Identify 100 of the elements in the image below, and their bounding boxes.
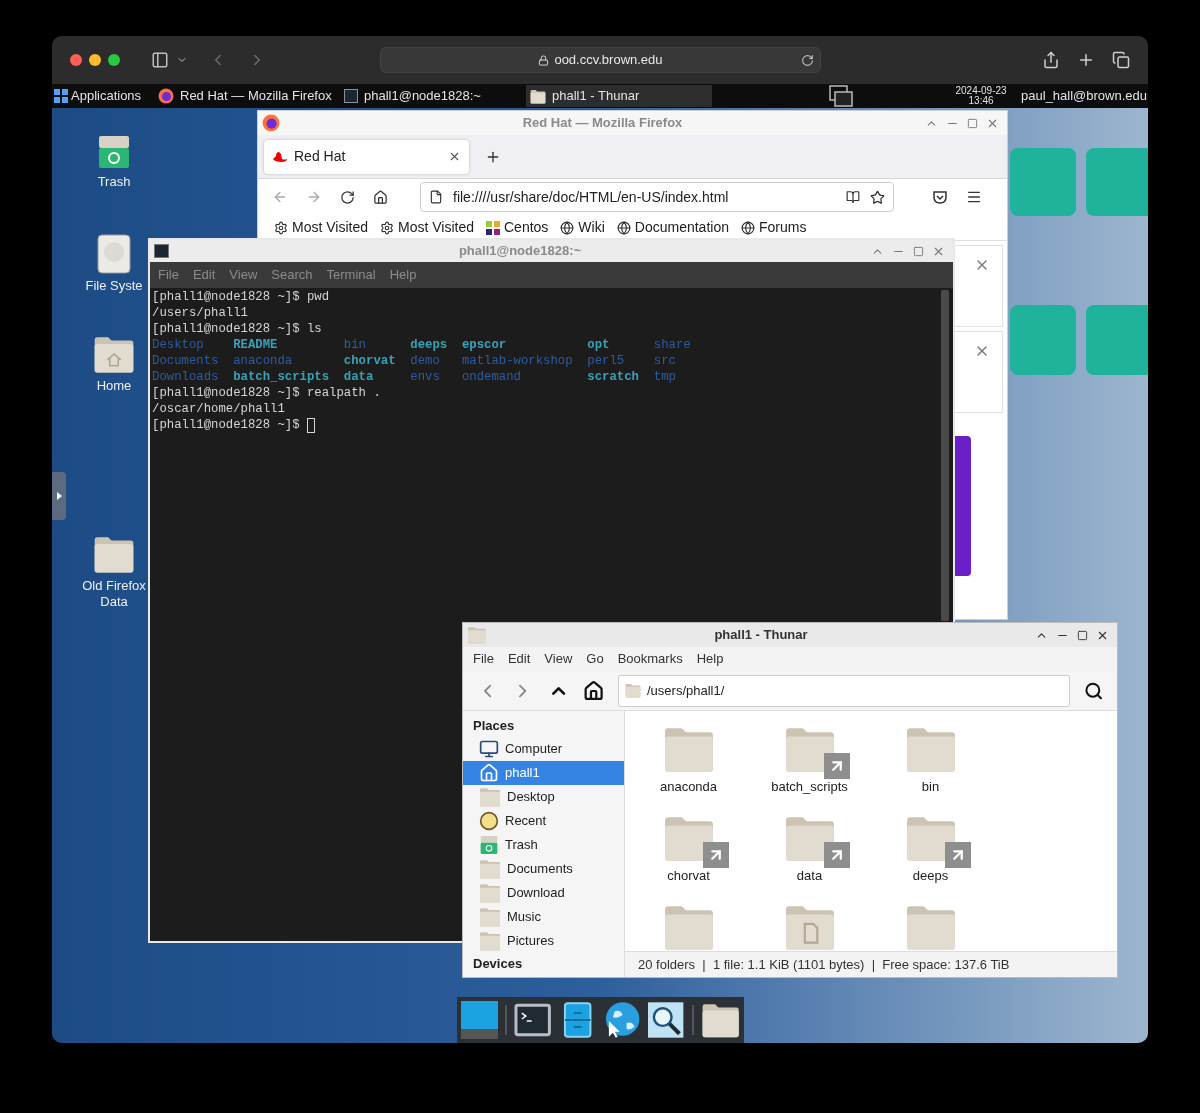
listing-entry: bin bbox=[343, 337, 366, 353]
sidebar-item[interactable]: Computer bbox=[463, 737, 624, 761]
file-name[interactable]: batch_scripts bbox=[771, 777, 848, 797]
maximize-icon[interactable] bbox=[1077, 629, 1088, 641]
browser-tab[interactable]: Red Hat bbox=[264, 139, 469, 174]
search-icon[interactable] bbox=[647, 1001, 685, 1039]
sidebar-item[interactable]: Trash bbox=[463, 833, 624, 857]
sidebar-icon[interactable] bbox=[151, 51, 169, 69]
home-icon[interactable] bbox=[582, 679, 604, 702]
menu-item[interactable]: Edit bbox=[507, 649, 531, 669]
reader-view-icon[interactable] bbox=[846, 190, 860, 204]
terminal-line: /oscar/home/phall1 bbox=[152, 402, 285, 416]
listing-entry: Downloads bbox=[152, 369, 219, 385]
folder-icon bbox=[625, 683, 641, 698]
clock-icon bbox=[479, 811, 499, 831]
bookmark-item[interactable]: Wiki bbox=[560, 217, 605, 238]
menu-item[interactable]: Bookmarks bbox=[617, 649, 683, 669]
folder-icon bbox=[479, 931, 501, 951]
menu-icon[interactable] bbox=[966, 189, 982, 205]
tabs-overview-icon[interactable] bbox=[1112, 51, 1130, 69]
desktop-icon-label[interactable]: Trash bbox=[78, 174, 150, 190]
maximize-icon[interactable] bbox=[967, 117, 978, 129]
listing-entry: deeps bbox=[410, 337, 448, 353]
folder-icon bbox=[479, 787, 501, 807]
reload-icon[interactable] bbox=[340, 189, 355, 205]
workspace-icon[interactable] bbox=[829, 85, 854, 107]
status-text: 20 folders | 1 file: 1.1 KiB (1101 bytes) | Free space: 137.6 TiB bbox=[638, 955, 1010, 974]
desktop-icon-label[interactable]: File Syste bbox=[78, 278, 150, 294]
terminal-icon bbox=[344, 89, 358, 103]
reload-icon[interactable] bbox=[801, 53, 814, 67]
shield-icon[interactable] bbox=[932, 189, 948, 205]
folder-icon bbox=[467, 626, 487, 644]
taskbar-button[interactable]: phall1@node1828:~ bbox=[340, 85, 526, 107]
minimize-window-button[interactable] bbox=[89, 54, 101, 66]
lock-icon bbox=[538, 54, 550, 66]
pinwheel-icon bbox=[486, 220, 500, 235]
close-window-button[interactable] bbox=[70, 54, 82, 66]
home-icon[interactable] bbox=[373, 189, 388, 205]
taskbar-button[interactable]: phall1 - Thunar bbox=[526, 85, 712, 107]
search-icon[interactable] bbox=[1083, 680, 1103, 701]
listing-entry: epscor bbox=[461, 337, 507, 353]
applications-menu[interactable]: Applications bbox=[52, 86, 154, 106]
bookmark-item[interactable]: Forums bbox=[740, 217, 807, 238]
hat-icon bbox=[272, 150, 288, 163]
terminal-line: [phall1@node1828 ~]$ bbox=[152, 417, 301, 433]
url-field[interactable]: file:////usr/share/doc/HTML/en-US/index.html bbox=[420, 182, 894, 212]
sidebar-item[interactable]: Music bbox=[463, 905, 624, 929]
listing-entry: opt bbox=[587, 337, 610, 353]
folder-icon[interactable] bbox=[700, 1001, 740, 1039]
bookmark-item[interactable]: Most Visited bbox=[380, 217, 474, 238]
menu-item[interactable]: Go bbox=[586, 649, 604, 669]
bookmark-item[interactable]: Documentation bbox=[616, 217, 729, 238]
file-name[interactable]: chorvat bbox=[667, 866, 710, 886]
listing-entry: ondemand bbox=[461, 369, 521, 385]
address-field[interactable]: ood.ccv.brown.edu bbox=[380, 47, 821, 73]
listing-entry: batch_scripts bbox=[233, 369, 330, 385]
bookmark-item[interactable]: Centos bbox=[486, 217, 549, 238]
path-field[interactable]: /users/phall1/ bbox=[618, 674, 1070, 707]
taskbar-button[interactable]: Red Hat — Mozilla Firefox bbox=[154, 85, 340, 107]
menu-item[interactable]: Help bbox=[696, 649, 724, 669]
menu-item[interactable]: View bbox=[544, 649, 573, 669]
star-icon[interactable] bbox=[870, 189, 885, 205]
close-tab-icon[interactable] bbox=[448, 150, 461, 163]
menu-item[interactable]: File bbox=[473, 649, 494, 669]
folder-icon bbox=[479, 883, 501, 903]
file-name[interactable]: bin bbox=[921, 777, 940, 797]
desktop-icon-label[interactable]: Home bbox=[78, 378, 150, 394]
panel-handle[interactable] bbox=[52, 472, 66, 520]
bookmark-item[interactable]: Most Visited bbox=[274, 217, 368, 238]
window-title: phall1 - Thunar bbox=[713, 626, 809, 645]
file-name[interactable]: anaconda bbox=[659, 777, 718, 797]
listing-entry: Desktop bbox=[152, 337, 204, 353]
tile-shape bbox=[1010, 305, 1076, 375]
user-name[interactable]: paul_hall@brown.edu bbox=[1021, 86, 1148, 106]
listing-entry: chorvat bbox=[343, 353, 396, 369]
file-name[interactable]: data bbox=[796, 866, 823, 886]
globe-pointer-icon[interactable] bbox=[603, 1001, 641, 1039]
listing-entry: data bbox=[343, 369, 374, 385]
folder-icon bbox=[530, 88, 546, 104]
clock[interactable]: 2024-09-23 13:46 bbox=[951, 86, 1012, 106]
sidebar-item[interactable]: Pictures bbox=[463, 929, 624, 953]
maximize-icon[interactable] bbox=[913, 245, 924, 257]
new-tab-icon[interactable] bbox=[1077, 51, 1095, 69]
listing-entry: demo bbox=[410, 353, 440, 369]
zoom-window-button[interactable] bbox=[108, 54, 120, 66]
scrollbar-thumb[interactable] bbox=[941, 290, 949, 621]
sidebar-item[interactable]: Documents bbox=[463, 857, 624, 881]
file-name[interactable]: deeps bbox=[912, 866, 949, 886]
show-desktop-icon[interactable] bbox=[461, 1001, 499, 1039]
window-title: Red Hat — Mozilla Firefox bbox=[521, 114, 684, 133]
page-icon bbox=[429, 190, 443, 204]
sidebar-item[interactable]: phall1 bbox=[463, 761, 624, 785]
sidebar-item[interactable]: Download bbox=[463, 881, 624, 905]
desktop-icon-label[interactable]: Old Firefox Data bbox=[78, 578, 150, 610]
terminal-icon[interactable] bbox=[514, 1001, 552, 1039]
sidebar-item[interactable]: Desktop bbox=[463, 785, 624, 809]
sidebar-item[interactable]: Recent bbox=[463, 809, 624, 833]
share-icon[interactable] bbox=[1042, 51, 1060, 69]
terminal-line: /users/phall1 bbox=[152, 306, 248, 320]
computer-icon bbox=[479, 739, 499, 759]
